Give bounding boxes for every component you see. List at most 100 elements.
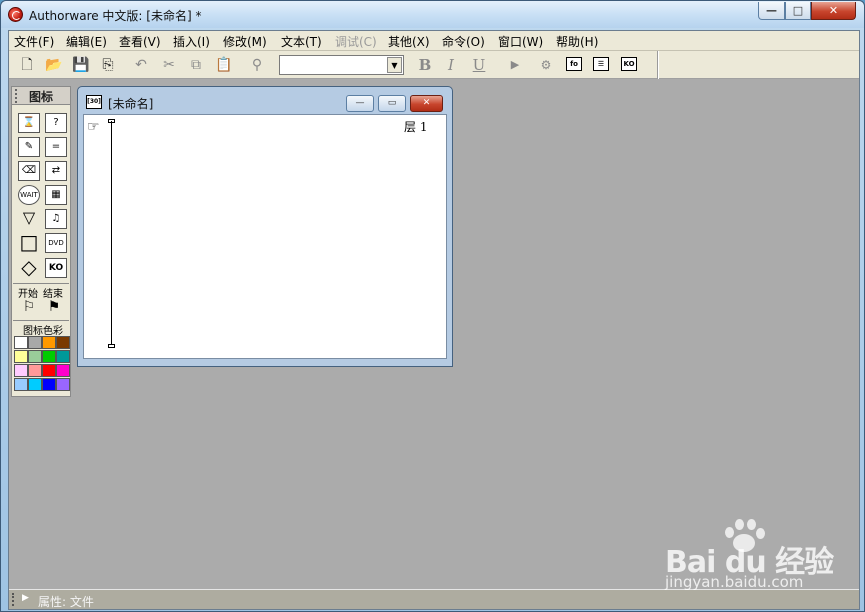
color-swatch[interactable] (42, 364, 56, 377)
palette-divider (13, 283, 69, 284)
save-all-icon[interactable]: 💾 (71, 55, 91, 75)
color-swatch[interactable] (28, 336, 42, 349)
design-window-title: [未命名] (108, 97, 154, 111)
menu-item[interactable]: 调试(C) (335, 33, 377, 50)
framework-icon[interactable]: ▽ (18, 209, 40, 229)
title-bar[interactable]: Authorware 中文版: [未命名] * — □ ✕ (1, 1, 864, 28)
font-select[interactable]: ▼ (279, 55, 404, 75)
design-window-titlebar[interactable]: [30] [未命名] — ▭ ✕ (78, 87, 452, 114)
color-swatch[interactable] (14, 336, 28, 349)
menu-bar: 文件(F) 编辑(E) 查看(V) 插入(I) 修改(M) 文本(T) 调试(C) 其他(X)… (9, 31, 859, 51)
color-swatch[interactable] (14, 378, 28, 391)
design-restore-button[interactable]: ▭ (378, 95, 406, 112)
icon-palette: 图标 ⌛ ? ✎ = ⌫ ⇄ WAIT ▦ ▽ ♫ □ DVD ◇ KO 开始 … (11, 86, 71, 397)
design-window-icon: [30] (86, 95, 102, 109)
design-minimize-button[interactable]: — (346, 95, 374, 112)
decision-icon[interactable]: = (45, 137, 67, 157)
color-swatch[interactable] (14, 350, 28, 363)
window-title: Authorware 中文版: [未命名] * (29, 9, 202, 23)
color-swatch[interactable] (56, 378, 70, 391)
control-panel-icon[interactable]: ⚙ (536, 55, 556, 75)
end-flag-icon[interactable]: ⚑ (43, 298, 65, 318)
undo-icon[interactable]: ↶ (131, 55, 151, 75)
palette-divider (13, 320, 69, 321)
maximize-button[interactable]: □ (785, 2, 811, 20)
knowledge-object-icon[interactable]: ◇ (18, 257, 40, 278)
color-swatch[interactable] (42, 336, 56, 349)
menu-item[interactable]: 查看(V) (119, 33, 161, 50)
menu-item[interactable]: 插入(I) (173, 33, 210, 50)
authorware-app-icon[interactable] (8, 7, 23, 22)
sound-icon[interactable]: ♫ (45, 209, 67, 229)
design-window[interactable]: [30] [未命名] — ▭ ✕ ☞ 层 1 (77, 86, 453, 367)
color-swatch[interactable] (28, 350, 42, 363)
wait-icon[interactable]: WAIT (18, 185, 40, 205)
color-swatch[interactable] (56, 350, 70, 363)
italic-button[interactable]: I (441, 55, 461, 75)
minimize-icon: — (766, 4, 777, 17)
paste-icon[interactable]: 📋 (214, 55, 234, 75)
movie-icon[interactable]: ▦ (45, 185, 67, 205)
grip-handle-icon[interactable] (12, 593, 17, 606)
display-icon[interactable]: ⌛ (18, 113, 40, 133)
design-close-button[interactable]: ✕ (410, 95, 443, 112)
baidu-jingyan-watermark: Bai du 经验 jingyan.baidu.com (661, 517, 851, 593)
menu-item[interactable]: 文件(F) (14, 33, 54, 50)
flowline-end-cap (108, 344, 115, 348)
watermark-url: jingyan.baidu.com (665, 573, 804, 591)
paste-hand-icon[interactable]: ☞ (87, 119, 100, 135)
layer-label: 层 1 (404, 120, 428, 134)
copy-icon[interactable]: ⧉ (186, 55, 206, 75)
map-icon[interactable]: □ (18, 232, 40, 253)
navigate-icon[interactable]: ⇄ (45, 161, 67, 181)
color-swatch[interactable] (42, 350, 56, 363)
cut-icon[interactable]: ✂ (159, 55, 179, 75)
functions-icon[interactable]: fo (566, 57, 582, 71)
menu-item[interactable]: 编辑(E) (66, 33, 107, 50)
run-icon[interactable]: ▶ (505, 55, 525, 75)
open-file-icon[interactable]: 📂 (44, 55, 64, 75)
chevron-down-icon[interactable]: ▼ (387, 57, 402, 73)
underline-button[interactable]: U (469, 55, 489, 75)
paw-toe (735, 519, 744, 530)
properties-label: 属性: 文件 (38, 595, 94, 609)
color-swatch[interactable] (28, 364, 42, 377)
menu-item[interactable]: 窗口(W) (498, 33, 543, 50)
find-icon[interactable]: ⚲ (247, 55, 267, 75)
menu-item[interactable]: 其他(X) (388, 33, 430, 50)
bold-button[interactable]: B (415, 55, 435, 75)
menu-item[interactable]: 帮助(H) (556, 33, 598, 50)
import-icon[interactable]: ⎘ (98, 55, 118, 75)
expand-arrow-icon[interactable]: ▶ (22, 593, 29, 603)
menu-item[interactable]: 修改(M) (223, 33, 267, 50)
close-button[interactable]: ✕ (811, 2, 856, 20)
color-swatch[interactable] (28, 378, 42, 391)
icon-color-label: 图标色彩 (23, 326, 63, 337)
variables-icon[interactable]: ☰ (593, 57, 609, 71)
color-swatch[interactable] (56, 364, 70, 377)
start-flag-icon[interactable]: ⚐ (18, 298, 40, 318)
dvd-icon[interactable]: DVD (45, 233, 67, 253)
flowline-canvas[interactable]: ☞ 层 1 (83, 114, 447, 359)
menu-item[interactable]: 文本(T) (281, 33, 322, 50)
menu-item[interactable]: 命令(O) (442, 33, 485, 50)
grip-handle-icon[interactable] (15, 89, 20, 103)
color-swatch[interactable] (42, 378, 56, 391)
palette-title: 图标 (29, 90, 54, 104)
knowledge-objects-icon[interactable]: KO (621, 57, 637, 71)
erase-icon[interactable]: ⌫ (18, 161, 40, 181)
palette-header[interactable]: 图标 (12, 87, 70, 105)
maximize-icon: □ (792, 4, 804, 17)
calculation-icon[interactable]: ✎ (18, 137, 40, 157)
toolbar-separator (657, 51, 659, 79)
interaction-icon[interactable]: ? (45, 113, 67, 133)
color-swatch[interactable] (56, 336, 70, 349)
app-window: Authorware 中文版: [未命名] * — □ ✕ 文件(F) 编辑(E)… (0, 0, 865, 612)
flowline[interactable] (111, 121, 112, 346)
toolbar: 🗋 📂 💾 ⎘ ↶ ✂ ⧉ 📋 ⚲ ▼ B I U ▶ ⚙ fo ☰ KO (9, 51, 859, 79)
new-file-icon[interactable]: 🗋 (17, 55, 37, 75)
close-icon: ✕ (828, 4, 839, 17)
color-swatch[interactable] (14, 364, 28, 377)
ko-icon[interactable]: KO (45, 258, 67, 278)
minimize-button[interactable]: — (758, 2, 785, 20)
